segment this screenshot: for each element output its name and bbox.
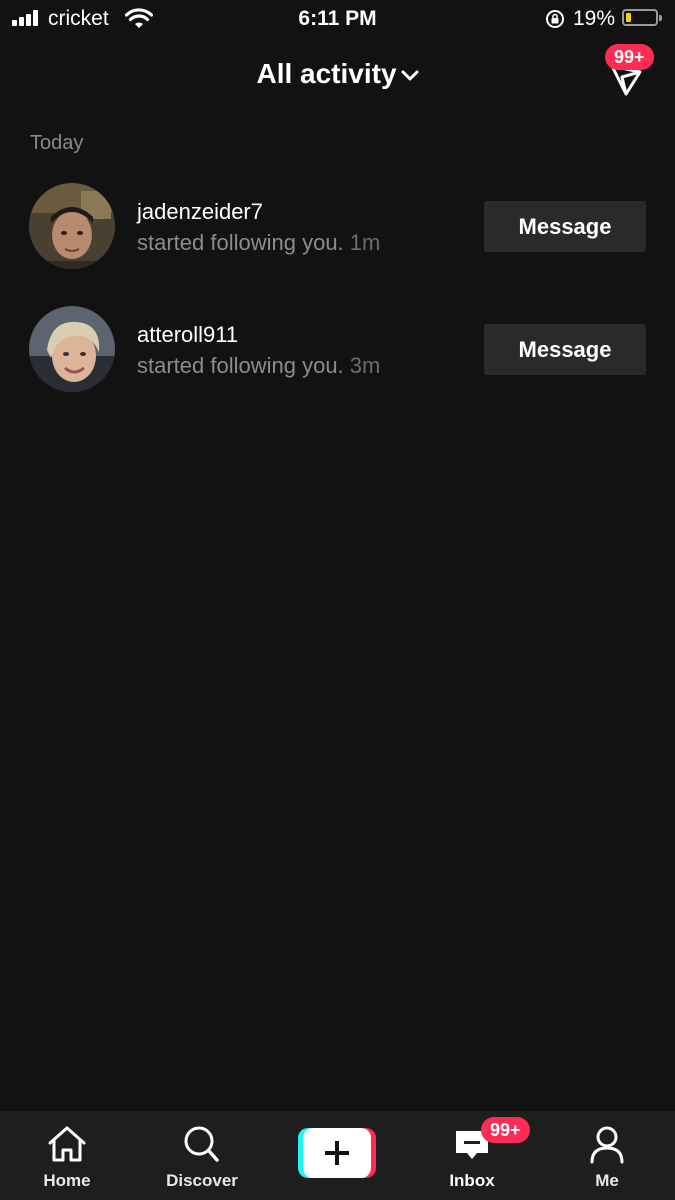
tab-label: Discover	[166, 1171, 238, 1190]
search-icon	[184, 1126, 219, 1162]
username[interactable]: atteroll911	[137, 322, 238, 348]
paper-plane-icon	[610, 64, 642, 96]
activity-description: started following you. 3m	[137, 353, 380, 379]
tab-label: Inbox	[449, 1171, 495, 1190]
tab-discover[interactable]: Discover	[152, 1111, 252, 1200]
username[interactable]: jadenzeider7	[137, 199, 263, 225]
activity-time: 1m	[349, 230, 381, 255]
activity-filter-dropdown[interactable]: All activity	[0, 58, 675, 90]
bottom-tab-bar: Home Discover Inbox Me	[0, 1111, 675, 1200]
chevron-down-icon	[401, 70, 419, 81]
section-heading-today: Today	[30, 132, 84, 154]
activity-text: started following you.	[137, 353, 344, 378]
rotation-lock-icon	[546, 10, 564, 28]
activity-time: 3m	[349, 353, 381, 378]
home-icon	[48, 1126, 86, 1162]
message-button[interactable]: Message	[484, 324, 646, 375]
tab-label: Home	[43, 1171, 91, 1190]
create-video-button[interactable]	[298, 1128, 376, 1178]
inbox-count-badge: 99+	[481, 1117, 530, 1143]
person-icon	[590, 1126, 624, 1164]
tab-label: Me	[595, 1171, 619, 1190]
avatar[interactable]	[29, 306, 115, 392]
header: All activity	[0, 50, 675, 100]
activity-text: started following you.	[137, 230, 344, 255]
message-button[interactable]: Message	[484, 201, 646, 252]
battery-icon	[622, 9, 662, 26]
battery-percent: 19%	[573, 7, 616, 30]
tab-me[interactable]: Me	[557, 1111, 657, 1200]
messages-count-badge: 99+	[605, 44, 654, 70]
tab-home[interactable]: Home	[17, 1111, 117, 1200]
avatar[interactable]	[29, 183, 115, 269]
activity-description: started following you. 1m	[137, 230, 380, 256]
status-bar: cricket 6:11 PM 19%	[0, 0, 675, 38]
page-title: All activity	[256, 58, 397, 89]
activity-row: jadenzeider7 started following you. 1m M…	[0, 182, 675, 272]
activity-row: atteroll911 started following you. 3m Me…	[0, 305, 675, 395]
battery-level-fill	[626, 13, 631, 22]
